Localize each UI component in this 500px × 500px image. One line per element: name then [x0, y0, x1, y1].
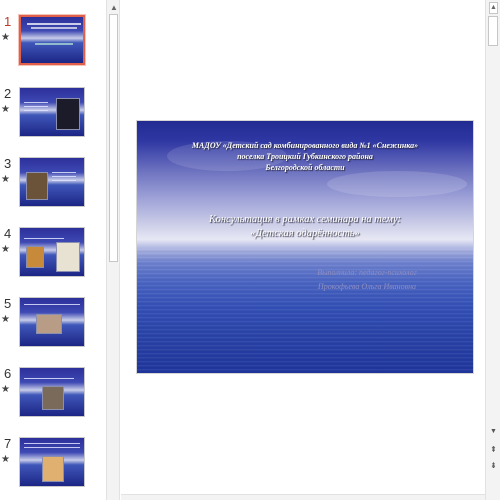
slide-thumbnail-4[interactable] [19, 227, 85, 277]
animation-star-icon: ★ [1, 104, 10, 115]
cloud-decoration [327, 171, 467, 197]
thumbnail-scroll-thumb[interactable] [109, 14, 118, 262]
slide-number: 2 [4, 86, 12, 101]
slide-scroll-thumb[interactable] [488, 16, 498, 46]
thumbnail-slot-5[interactable]: 5 ★ [0, 296, 106, 358]
next-slide-icon[interactable]: ⇟ [488, 460, 499, 474]
horizontal-scrollbar[interactable] [121, 494, 485, 500]
organization-line-2[interactable]: поселка Троицкий Губкинского района [177, 152, 433, 161]
slide-thumbnail-pane: 1 ★ 2 ★ 3 ★ 4 ★ 5 ★ 6 ★ 7 ★ [0, 0, 106, 500]
topic-line-1[interactable]: Консультация в рамках семинара на тему: [177, 214, 433, 225]
animation-star-icon: ★ [1, 174, 10, 185]
slide-number: 1 [4, 14, 12, 29]
animation-star-icon: ★ [1, 454, 10, 465]
thumbnail-slot-4[interactable]: 4 ★ [0, 226, 106, 288]
topic-line-2[interactable]: «Детская одарённость» [177, 228, 433, 239]
slide-thumbnail-3[interactable] [19, 157, 85, 207]
thumbnail-slot-2[interactable]: 2 ★ [0, 86, 106, 148]
scroll-down-arrow-icon[interactable]: ▼ [489, 426, 498, 438]
slide-thumbnail-2[interactable] [19, 87, 85, 137]
thumbnail-slot-1[interactable]: 1 ★ [0, 14, 106, 76]
slide-number: 4 [4, 226, 12, 241]
slide-thumbnail-1[interactable] [19, 15, 85, 65]
current-slide[interactable]: МАДОУ «Детский сад комбинированного вида… [137, 121, 473, 373]
author-line-2[interactable]: Прокофьева Ольга Ивановна [287, 282, 447, 291]
slide-number: 7 [4, 436, 12, 451]
presentation-window: 1 ★ 2 ★ 3 ★ 4 ★ 5 ★ 6 ★ 7 ★ ▲ МАДОУ «Дет… [0, 0, 500, 500]
thumbnail-slot-7[interactable]: 7 ★ [0, 436, 106, 498]
organization-line-1[interactable]: МАДОУ «Детский сад комбинированного вида… [177, 141, 433, 150]
previous-slide-icon[interactable]: ⇞ [488, 444, 499, 458]
slide-thumbnail-7[interactable] [19, 437, 85, 487]
thumbnail-scrollbar[interactable]: ▲ [106, 0, 120, 500]
animation-star-icon: ★ [1, 244, 10, 255]
scroll-up-arrow-icon[interactable]: ▲ [110, 3, 118, 12]
slide-number: 5 [4, 296, 12, 311]
thumbnail-slot-3[interactable]: 3 ★ [0, 156, 106, 218]
slide-scrollbar[interactable]: ▲ ▼ ⇞ ⇟ [485, 0, 500, 500]
slide-thumbnail-6[interactable] [19, 367, 85, 417]
slide-number: 6 [4, 366, 12, 381]
animation-star-icon: ★ [1, 314, 10, 325]
animation-star-icon: ★ [1, 384, 10, 395]
scroll-up-arrow-icon[interactable]: ▲ [489, 2, 498, 14]
animation-star-icon: ★ [1, 32, 10, 43]
organization-line-3[interactable]: Белгородской области [177, 163, 433, 172]
slide-number: 3 [4, 156, 12, 171]
slide-thumbnail-5[interactable] [19, 297, 85, 347]
thumbnail-slot-6[interactable]: 6 ★ [0, 366, 106, 428]
author-line-1[interactable]: Выполнила: педагог-психолог [287, 268, 447, 277]
slide-editing-area: МАДОУ «Детский сад комбинированного вида… [121, 0, 485, 494]
